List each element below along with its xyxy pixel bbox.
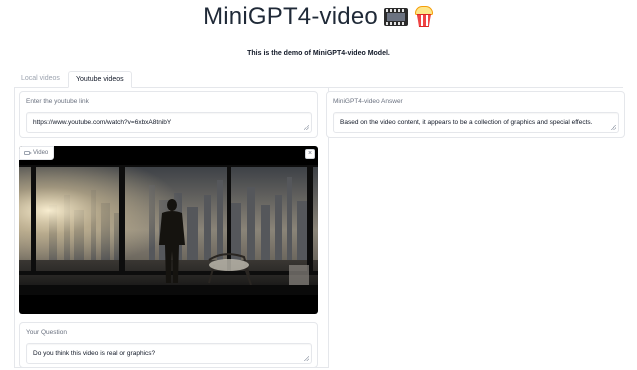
tab-bar: Local videos Youtube videos: [14, 71, 623, 88]
video-label: Video: [33, 150, 49, 156]
video-label-tag: Video: [19, 146, 55, 160]
video-player[interactable]: Video ×: [19, 146, 318, 314]
page-title: MiniGPT4-video: [0, 2, 637, 32]
film-frames-icon: [383, 8, 408, 26]
video-camera-icon: [24, 151, 32, 155]
youtube-link-block: Enter the youtube link https://www.youtu…: [19, 91, 318, 138]
question-block: Your Question Do you think this video is…: [19, 322, 318, 368]
resize-handle-icon[interactable]: [304, 356, 309, 361]
youtube-link-input[interactable]: https://www.youtube.com/watch?v=6xbxA8tn…: [26, 112, 312, 133]
question-label: Your Question: [26, 329, 67, 336]
popcorn-icon: [414, 6, 434, 28]
tab-local-videos[interactable]: Local videos: [14, 71, 67, 88]
resize-handle-icon[interactable]: [304, 125, 309, 130]
clear-video-button[interactable]: ×: [305, 149, 315, 159]
answer-label: MiniGPT4-video Answer: [333, 98, 403, 105]
youtube-link-label: Enter the youtube link: [26, 98, 89, 105]
question-value: Do you think this video is real or graph…: [33, 350, 156, 357]
page-subtitle: This is the demo of MiniGPT4-video Model…: [247, 50, 390, 57]
page-title-text: MiniGPT4-video: [203, 3, 378, 30]
tab-youtube-videos[interactable]: Youtube videos: [68, 71, 132, 88]
resize-handle-icon[interactable]: [611, 125, 616, 130]
question-input[interactable]: Do you think this video is real or graph…: [26, 343, 312, 364]
answer-output[interactable]: Based on the video content, it appears t…: [333, 112, 619, 133]
answer-block: MiniGPT4-video Answer Based on the video…: [326, 91, 625, 138]
answer-value: Based on the video content, it appears t…: [340, 119, 593, 126]
youtube-link-value: https://www.youtube.com/watch?v=6xbxA8tn…: [33, 119, 172, 126]
video-frame: [19, 165, 318, 295]
